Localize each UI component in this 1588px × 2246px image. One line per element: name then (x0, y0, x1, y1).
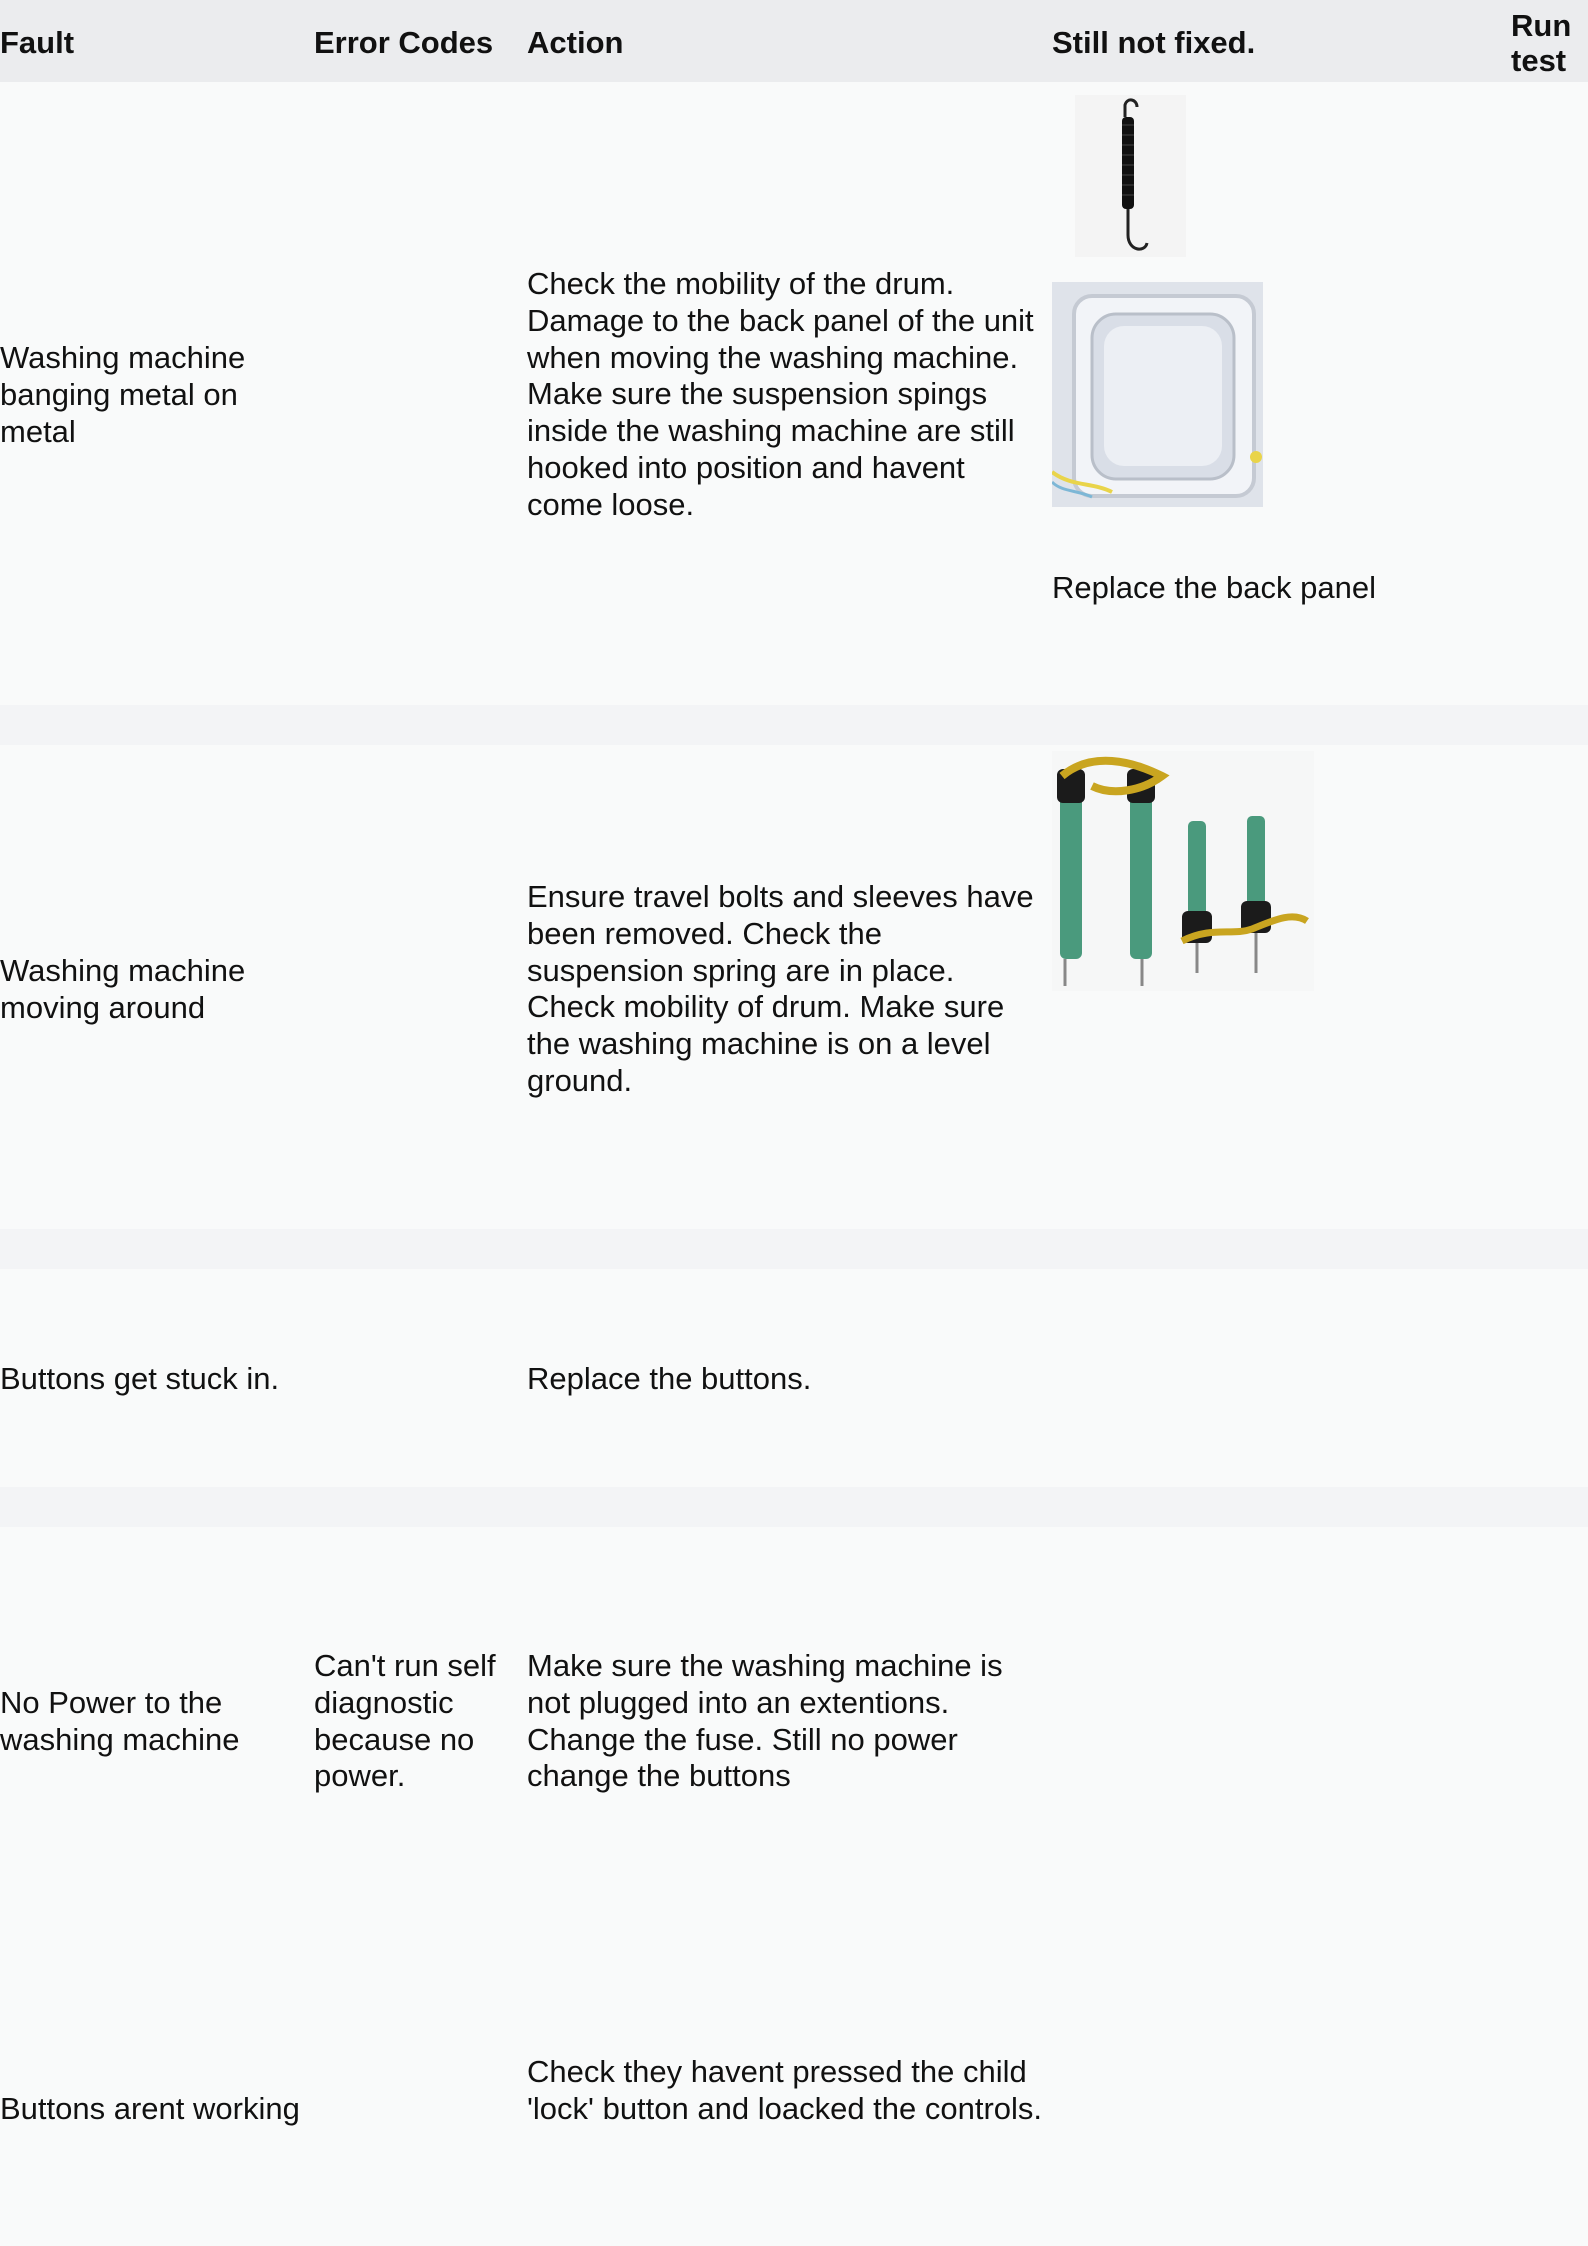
suspension-spring-image (1075, 95, 1186, 257)
fault-cell: Buttons get stuck in. (0, 1361, 280, 1396)
column-header-action: Action (527, 25, 624, 60)
row-divider (0, 1229, 1588, 1269)
row-divider (0, 1487, 1588, 1527)
still-not-fixed-cell: Replace the back panel (1052, 570, 1377, 605)
action-cell: Replace the buttons. (527, 1361, 812, 1396)
error-codes-cell: Can't run self diagnostic because no pow… (314, 1648, 496, 1794)
travel-bolts-image (1052, 751, 1314, 991)
action-cell: Check the mobility of the drum. Damage t… (527, 266, 1034, 522)
header-row (0, 0, 1588, 82)
action-cell: Ensure travel bolts and sleeves have bee… (527, 879, 1034, 1098)
table-row (0, 1527, 1588, 2246)
fault-cell: Washing machine banging metal on metal (0, 340, 246, 449)
column-header-error-codes: Error Codes (314, 25, 494, 60)
back-panel-image (1050, 282, 1263, 507)
column-header-still-not-fixed: Still not fixed. (1052, 25, 1256, 60)
column-header-run-test: Run test (1511, 8, 1572, 78)
action-cell: Make sure the washing machine is not plu… (527, 1648, 1003, 1794)
row-divider (0, 705, 1588, 745)
fault-cell: No Power to the washing machine (0, 1685, 240, 1757)
fault-cell: Washing machine moving around (0, 953, 246, 1025)
column-header-fault: Fault (0, 25, 75, 60)
fault-cell: Buttons arent working (0, 2091, 300, 2126)
action-cell: Check they havent pressed the child 'loc… (527, 2054, 1043, 2126)
troubleshooting-table: Fault Error Codes Action Still not fixed… (0, 0, 1588, 2246)
